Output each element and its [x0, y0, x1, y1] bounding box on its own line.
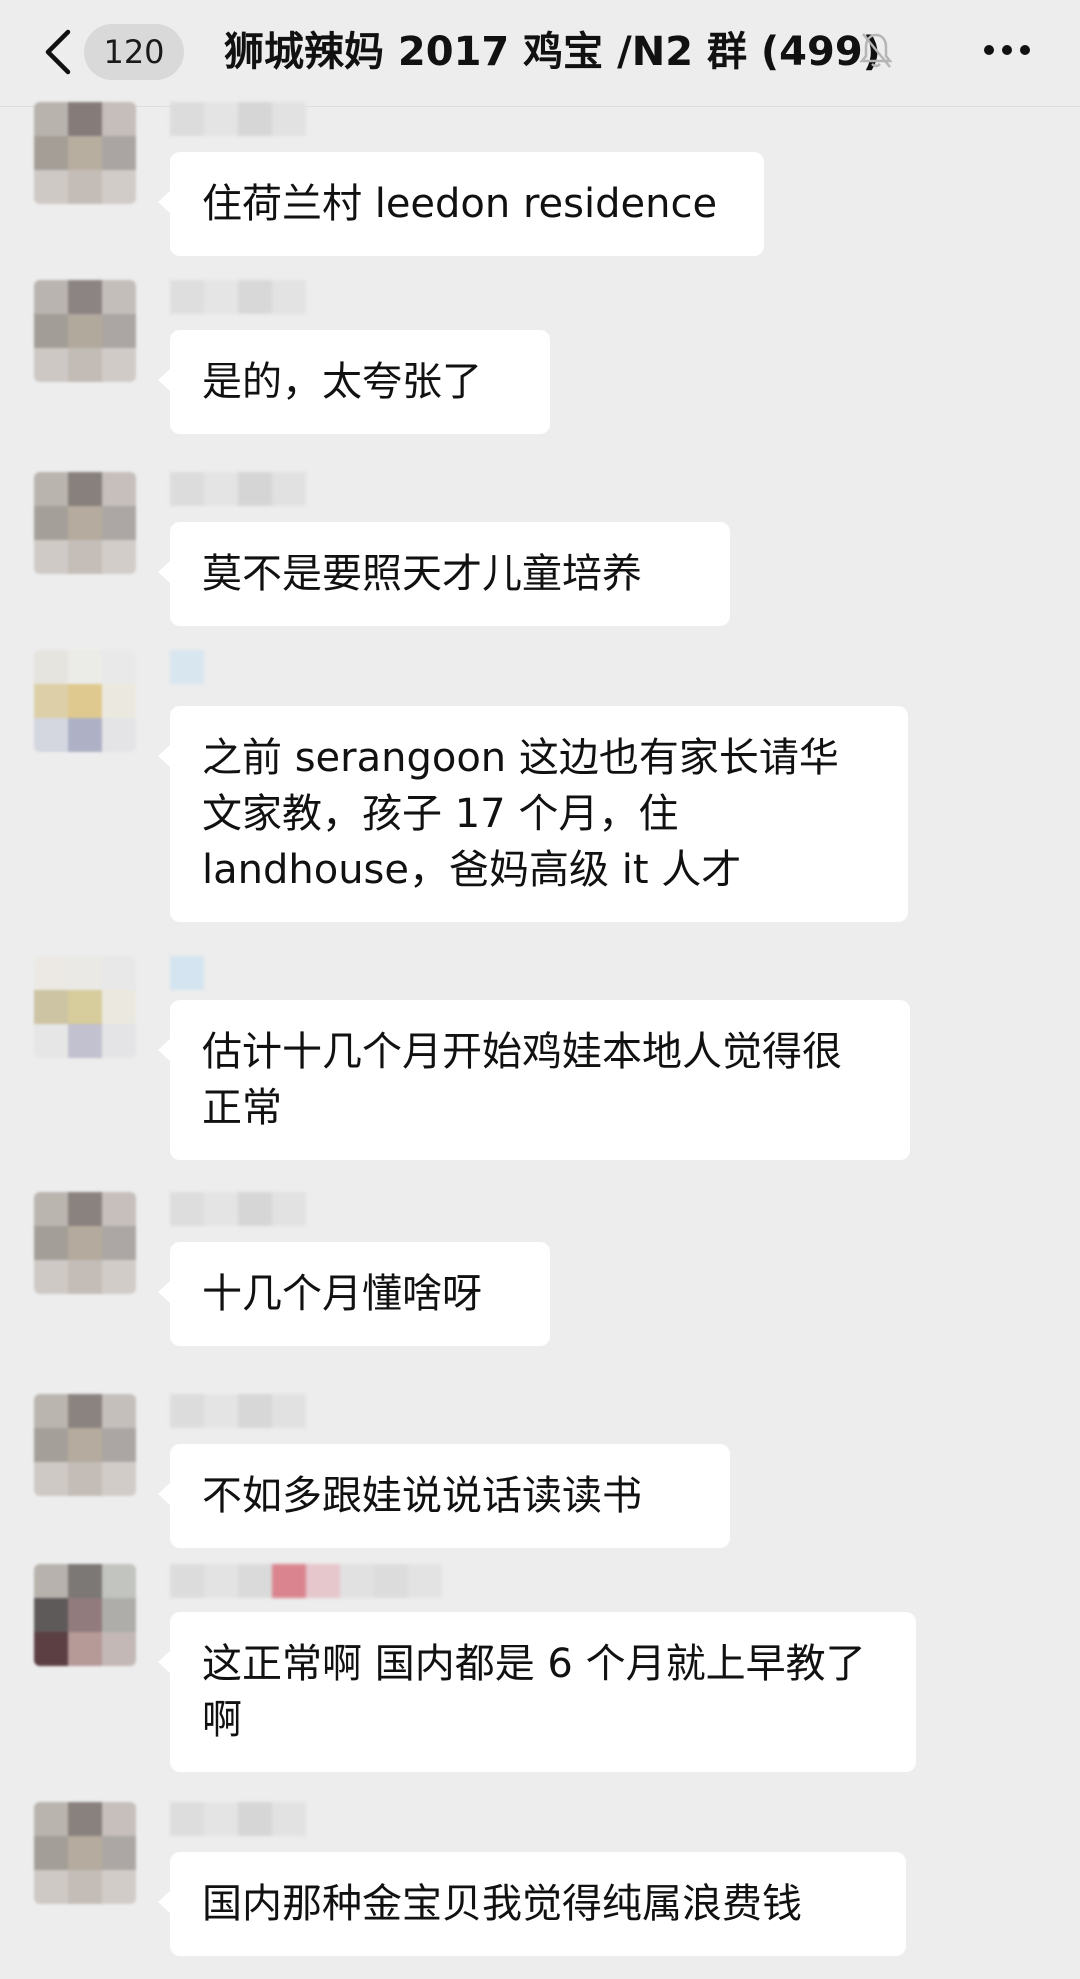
chat-title: 狮城辣妈 2017 鸡宝 /N2 群 (499) — [224, 29, 881, 75]
avatar[interactable] — [34, 1192, 136, 1294]
chevron-left-icon[interactable] — [38, 26, 82, 78]
avatar[interactable] — [34, 956, 136, 1058]
message-bubble[interactable]: 这正常啊 国内都是 6 个月就上早教了啊 — [158, 1612, 916, 1772]
message-bubble[interactable]: 十几个月懂啥呀 — [158, 1242, 550, 1346]
message-bubble[interactable]: 是的，太夸张了 — [158, 330, 550, 434]
avatar[interactable] — [34, 472, 136, 574]
message-bubble[interactable]: 估计十几个月开始鸡娃本地人觉得很正常 — [158, 1000, 910, 1160]
message-bubble[interactable]: 不如多跟娃说说话读读书 — [158, 1444, 730, 1548]
sender-name-blurred — [170, 1802, 306, 1836]
avatar[interactable] — [34, 1564, 136, 1666]
avatar[interactable] — [34, 1802, 136, 1904]
more-icon[interactable] — [982, 38, 1032, 62]
sender-name-blurred — [170, 1394, 306, 1428]
avatar[interactable] — [34, 102, 136, 204]
sender-name-blurred — [170, 1564, 442, 1598]
message-bubble[interactable]: 住荷兰村 leedon residence — [158, 152, 764, 256]
avatar[interactable] — [34, 280, 136, 382]
chat-header: 120 狮城辣妈 2017 鸡宝 /N2 群 (499) — [0, 0, 1080, 107]
message-bubble[interactable]: 国内那种金宝贝我觉得纯属浪费钱 — [158, 1852, 906, 1956]
sender-name-blurred — [170, 956, 204, 990]
message-bubble[interactable]: 莫不是要照天才儿童培养 — [158, 522, 730, 626]
bell-off-icon — [859, 33, 893, 68]
sender-name-blurred — [170, 650, 204, 684]
avatar[interactable] — [34, 650, 136, 752]
avatar[interactable] — [34, 1394, 136, 1496]
message-bubble[interactable]: 之前 serangoon 这边也有家长请华文家教，孩子 17 个月，住 land… — [158, 706, 908, 922]
sender-name-blurred — [170, 472, 306, 506]
sender-name-blurred — [170, 102, 306, 136]
sender-name-blurred — [170, 280, 306, 314]
sender-name-blurred — [170, 1192, 306, 1226]
unread-count-badge[interactable]: 120 — [84, 24, 184, 80]
